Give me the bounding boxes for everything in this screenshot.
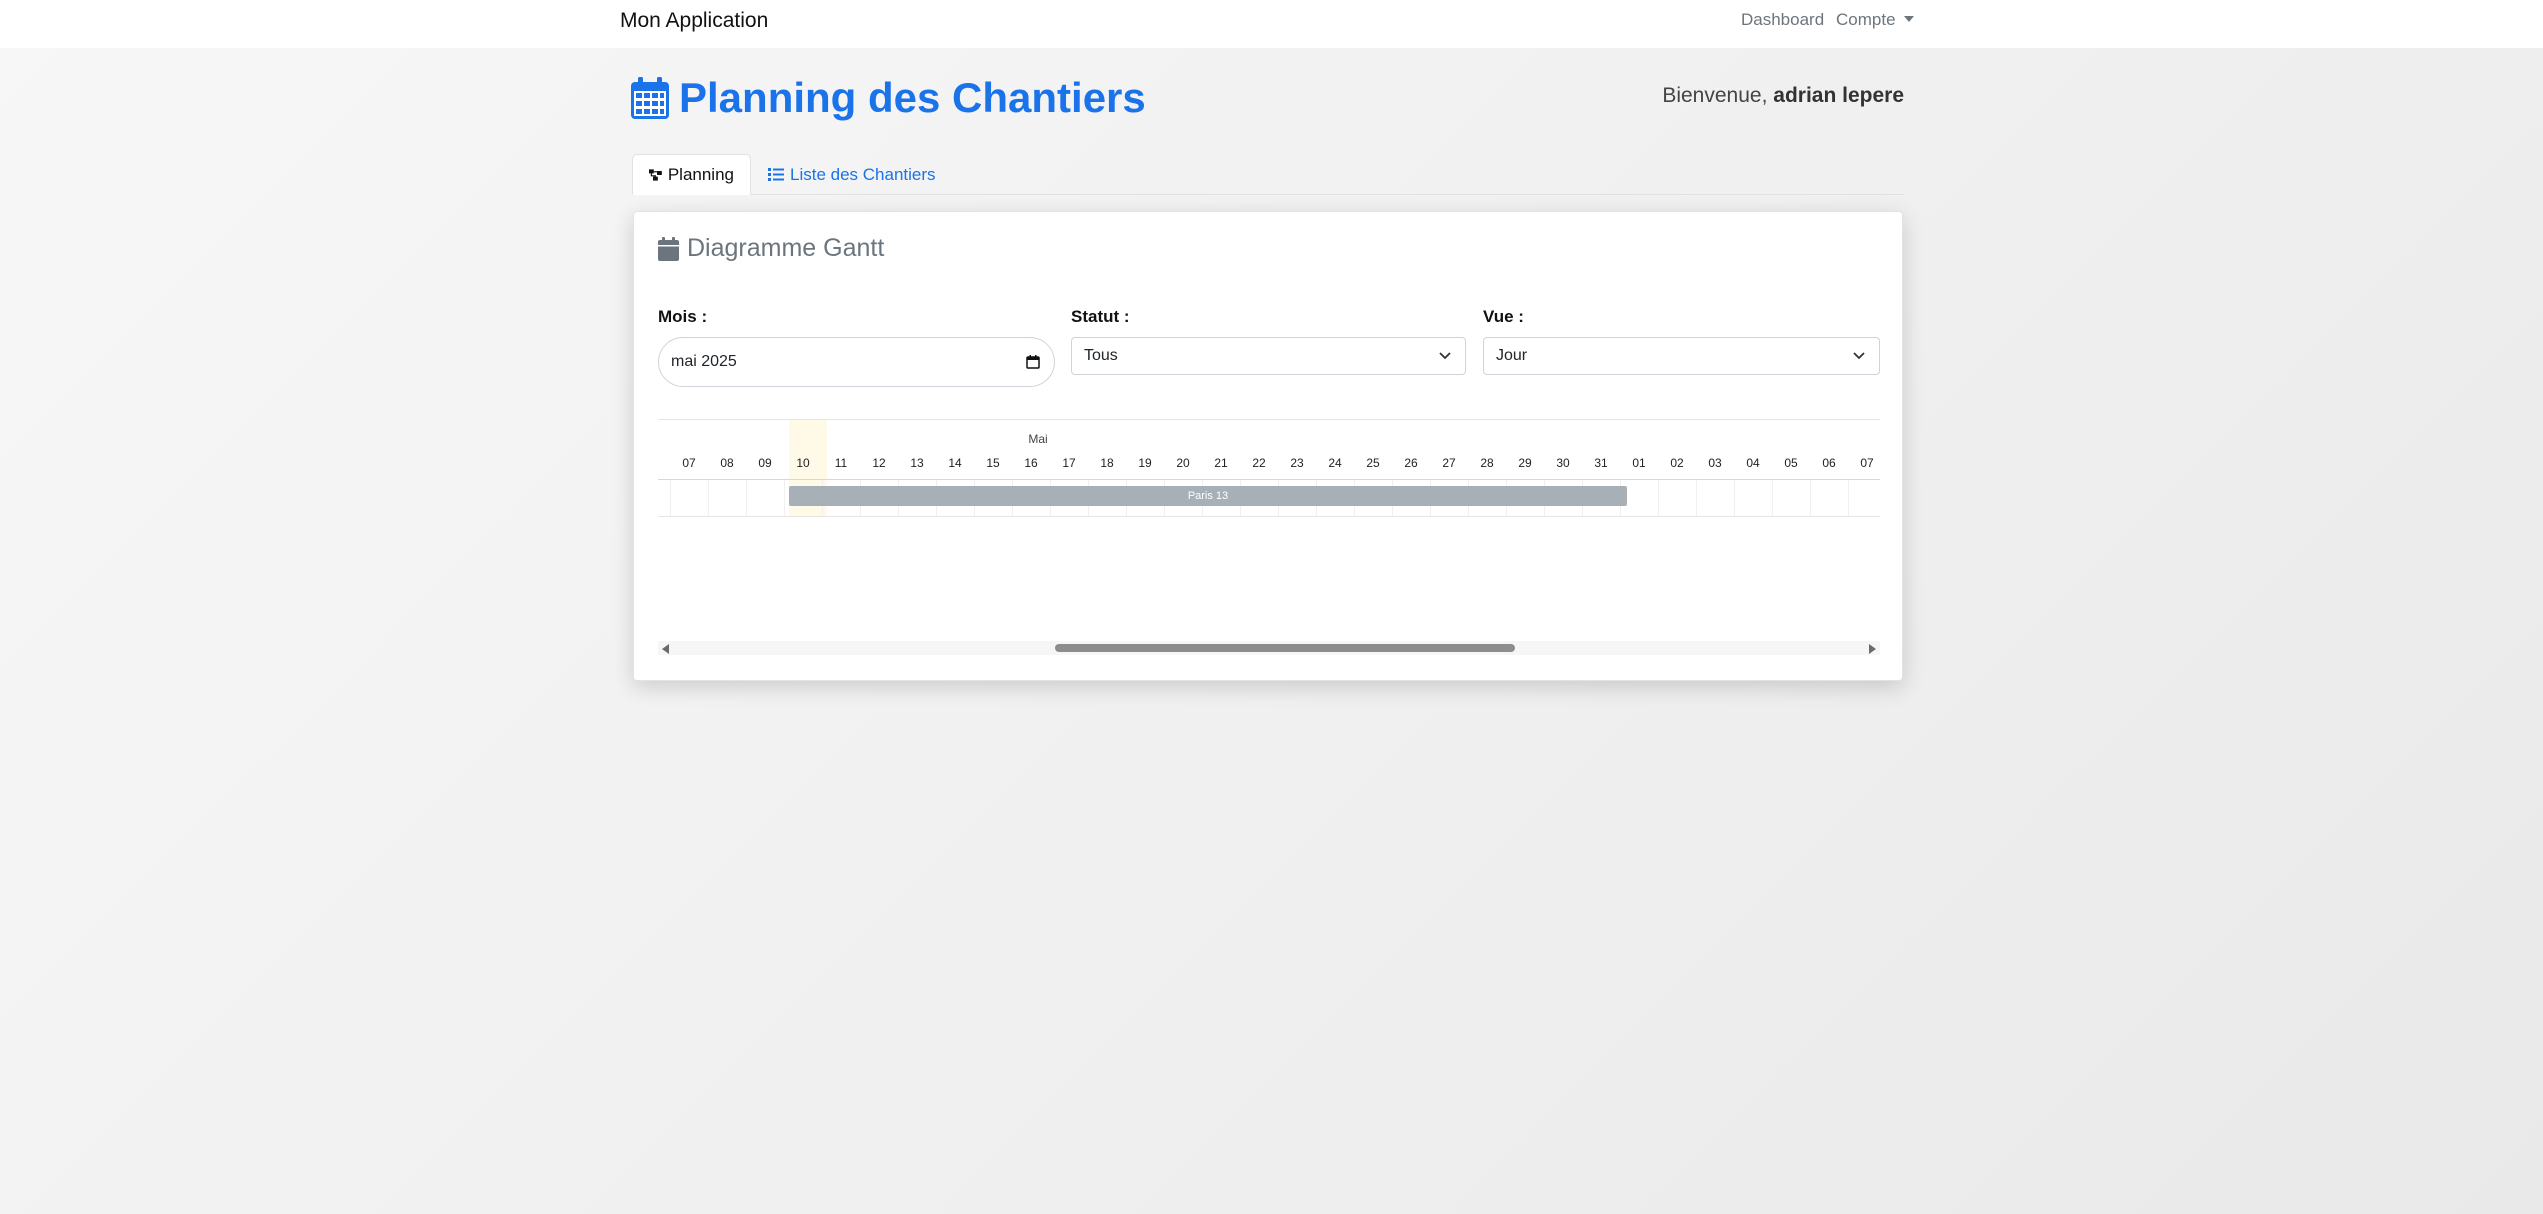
nav-compte-label: Compte bbox=[1836, 10, 1896, 29]
gantt-day-label: 04 bbox=[1746, 456, 1760, 470]
navbar: Mon Application Dashboard Compte bbox=[0, 0, 2543, 48]
sitemap-icon bbox=[649, 168, 662, 181]
gantt-grid-line bbox=[1734, 480, 1735, 516]
welcome-prefix: Bienvenue, bbox=[1662, 84, 1768, 107]
gantt-grid-line bbox=[1810, 480, 1811, 516]
chevron-down-icon bbox=[1439, 352, 1451, 360]
gantt-day-label: 17 bbox=[1062, 456, 1076, 470]
gantt-day-label: 10 bbox=[796, 456, 810, 470]
page-title-text: Planning des Chantiers bbox=[679, 74, 1146, 121]
tab-planning-label: Planning bbox=[667, 164, 734, 184]
vue-label: Vue : bbox=[1483, 307, 1524, 326]
gantt-day-label: 05 bbox=[1784, 456, 1798, 470]
nav-dashboard-link[interactable]: Dashboard bbox=[1741, 10, 1824, 30]
gantt-day-label: 20 bbox=[1176, 456, 1190, 470]
vue-select[interactable]: Jour bbox=[1483, 337, 1880, 375]
gantt-day-label: 22 bbox=[1252, 456, 1266, 470]
gantt-bottom-border bbox=[658, 516, 1880, 517]
vue-value: Jour bbox=[1496, 347, 1528, 364]
gantt-grid-line bbox=[1658, 480, 1659, 516]
gantt-grid-line bbox=[1772, 480, 1773, 516]
statut-label: Statut : bbox=[1071, 307, 1130, 326]
gantt-task-label: Paris 13 bbox=[1187, 490, 1229, 502]
nav-compte-dropdown[interactable]: Compte bbox=[1836, 10, 1914, 30]
card-title: Diagramme Gantt bbox=[658, 234, 884, 263]
gantt-day-label: 19 bbox=[1138, 456, 1152, 470]
tab-planning[interactable]: Planning bbox=[632, 154, 751, 195]
gantt-day-label: 18 bbox=[1100, 456, 1114, 470]
caret-down-icon bbox=[1903, 16, 1914, 22]
gantt-grid-line bbox=[746, 480, 747, 516]
gantt-day-label: 26 bbox=[1404, 456, 1418, 470]
gantt-month-label: Mai bbox=[1028, 432, 1048, 446]
mois-value: mai 2025 bbox=[671, 353, 737, 370]
gantt-day-label: 07 bbox=[1860, 456, 1874, 470]
gantt-top-border bbox=[658, 419, 1880, 420]
page-title: Planning des Chantiers bbox=[631, 70, 1146, 126]
welcome-message: Bienvenue, adrian lepere bbox=[1662, 84, 1904, 108]
gantt-day-label: 15 bbox=[986, 456, 1000, 470]
gantt-day-label: 12 bbox=[872, 456, 886, 470]
gantt-grid-line bbox=[1696, 480, 1697, 516]
gantt-day-label: 01 bbox=[1632, 456, 1646, 470]
gantt-grid-line bbox=[708, 480, 709, 516]
user-name: adrian lepere bbox=[1773, 84, 1904, 107]
gantt-day-label: 06 bbox=[1822, 456, 1836, 470]
calendar-icon bbox=[631, 77, 669, 119]
tab-liste-label: Liste des Chantiers bbox=[790, 164, 936, 184]
gantt-day-label: 28 bbox=[1480, 456, 1494, 470]
calendar-picker-icon[interactable] bbox=[1026, 355, 1040, 369]
mois-label: Mois : bbox=[658, 307, 708, 326]
gantt-day-label: 27 bbox=[1442, 456, 1456, 470]
statut-value: Tous bbox=[1084, 347, 1118, 364]
gantt-day-label: 30 bbox=[1556, 456, 1570, 470]
gantt-day-label: 24 bbox=[1328, 456, 1342, 470]
chevron-down-icon bbox=[1853, 352, 1865, 360]
mois-month-input[interactable]: mai 2025 bbox=[658, 337, 1055, 387]
gantt-day-label: 08 bbox=[720, 456, 734, 470]
gantt-grid-line bbox=[670, 480, 671, 516]
brand-link[interactable]: Mon Application bbox=[620, 9, 768, 33]
gantt-day-label: 14 bbox=[948, 456, 962, 470]
gantt-day-label: 06 bbox=[658, 456, 670, 470]
gantt-day-label: 31 bbox=[1594, 456, 1608, 470]
horizontal-scrollbar[interactable] bbox=[658, 641, 1880, 655]
card-title-text: Diagramme Gantt bbox=[687, 234, 885, 262]
gantt-chart: Mai 06 07 08 09 10 11 12 13 14 15 16 17 18 19 20 21 22 23… bbox=[658, 419, 1880, 524]
gantt-card: Diagramme Gantt Mois : Statut : Vue : ma… bbox=[633, 211, 1903, 681]
gantt-day-label: 11 bbox=[834, 456, 848, 470]
gantt-day-label: 25 bbox=[1366, 456, 1380, 470]
gantt-day-label: 29 bbox=[1518, 456, 1532, 470]
gantt-task-bar[interactable]: Paris 13 bbox=[789, 486, 1627, 506]
statut-select[interactable]: Tous bbox=[1071, 337, 1466, 375]
gantt-grid-line bbox=[784, 480, 785, 516]
scroll-right-arrow-icon[interactable] bbox=[1869, 644, 1876, 654]
gantt-day-label: 23 bbox=[1290, 456, 1304, 470]
gantt-day-label: 13 bbox=[910, 456, 924, 470]
gantt-day-label: 07 bbox=[682, 456, 696, 470]
gantt-day-label: 21 bbox=[1214, 456, 1228, 470]
scroll-left-arrow-icon[interactable] bbox=[662, 644, 669, 654]
gantt-day-label: 09 bbox=[758, 456, 772, 470]
scrollbar-thumb[interactable] bbox=[1055, 644, 1515, 652]
gantt-day-label: 03 bbox=[1708, 456, 1722, 470]
calendar-icon bbox=[658, 236, 679, 261]
gantt-grid-line bbox=[1848, 480, 1849, 516]
list-icon bbox=[768, 168, 784, 181]
gantt-day-row: 06 07 08 09 10 11 12 13 14 15 16 17 18 19 20 21 22 23 24 25… bbox=[658, 456, 1880, 476]
gantt-day-label: 02 bbox=[1670, 456, 1684, 470]
gantt-day-label: 16 bbox=[1024, 456, 1038, 470]
tab-liste-chantiers[interactable]: Liste des Chantiers bbox=[752, 154, 952, 195]
